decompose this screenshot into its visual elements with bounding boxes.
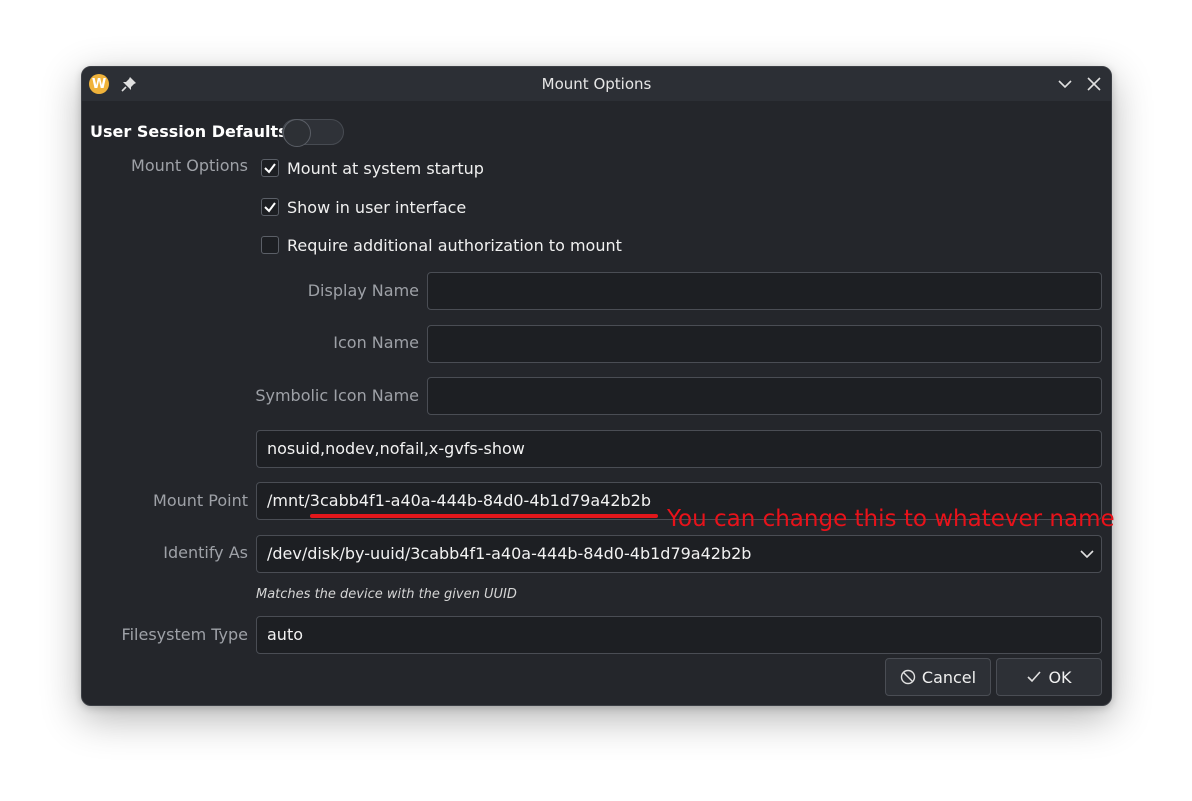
user-session-defaults-label: User Session Defaults	[90, 122, 288, 141]
mount-at-startup-checkbox[interactable]: Mount at system startup	[261, 156, 484, 180]
filesystem-type-label: Filesystem Type	[121, 625, 248, 644]
identify-as-value: /dev/disk/by-uuid/3cabb4f1-a40a-444b-84d…	[267, 544, 752, 563]
ok-button[interactable]: OK	[996, 658, 1102, 696]
window-title: Mount Options	[541, 75, 652, 93]
symbolic-icon-name-label: Symbolic Icon Name	[255, 386, 419, 405]
icon-name-label: Icon Name	[333, 333, 419, 352]
checkbox-label: Show in user interface	[287, 197, 467, 217]
title-bar[interactable]: W Mount Options	[82, 67, 1111, 101]
identify-as-hint: Matches the device with the given UUID	[256, 587, 517, 602]
cancel-icon	[900, 669, 916, 685]
mount-options-label: Mount Options	[131, 156, 248, 175]
chevron-down-icon[interactable]	[1079, 546, 1095, 562]
icon-name-input[interactable]	[427, 325, 1102, 363]
checkbox-box[interactable]	[261, 198, 279, 216]
checkmark-icon	[1027, 671, 1042, 683]
show-in-ui-checkbox[interactable]: Show in user interface	[261, 195, 466, 219]
annotation-text: You can change this to whatever name	[667, 506, 1115, 532]
annotation-underline	[310, 514, 658, 518]
filesystem-type-input[interactable]: auto	[256, 616, 1102, 654]
mount-options-string-input[interactable]: nosuid,nodev,nofail,x-gvfs-show	[256, 430, 1102, 468]
identify-as-label: Identify As	[163, 543, 248, 562]
close-icon[interactable]	[1086, 76, 1102, 92]
checkmark-icon	[264, 163, 276, 174]
toggle-knob	[283, 119, 311, 147]
mount-options-dialog: W Mount Options User Session Defaults Mo…	[81, 66, 1112, 706]
checkbox-label: Require additional authorization to moun…	[287, 235, 622, 255]
checkbox-box[interactable]	[261, 236, 279, 254]
require-auth-checkbox[interactable]: Require additional authorization to moun…	[261, 233, 622, 257]
checkbox-label: Mount at system startup	[287, 158, 484, 178]
cancel-button-label: Cancel	[921, 667, 977, 687]
cancel-button[interactable]: Cancel	[885, 658, 991, 696]
checkbox-box[interactable]	[261, 159, 279, 177]
display-name-label: Display Name	[307, 281, 419, 300]
ok-button-label: OK	[1048, 667, 1072, 687]
mount-point-label: Mount Point	[153, 491, 248, 510]
chevron-down-icon[interactable]	[1057, 76, 1073, 92]
symbolic-icon-name-input[interactable]	[427, 377, 1102, 415]
user-session-defaults-toggle[interactable]	[282, 119, 344, 147]
identify-as-select[interactable]: /dev/disk/by-uuid/3cabb4f1-a40a-444b-84d…	[256, 535, 1102, 573]
display-name-input[interactable]	[427, 272, 1102, 310]
checkmark-icon	[264, 202, 276, 213]
